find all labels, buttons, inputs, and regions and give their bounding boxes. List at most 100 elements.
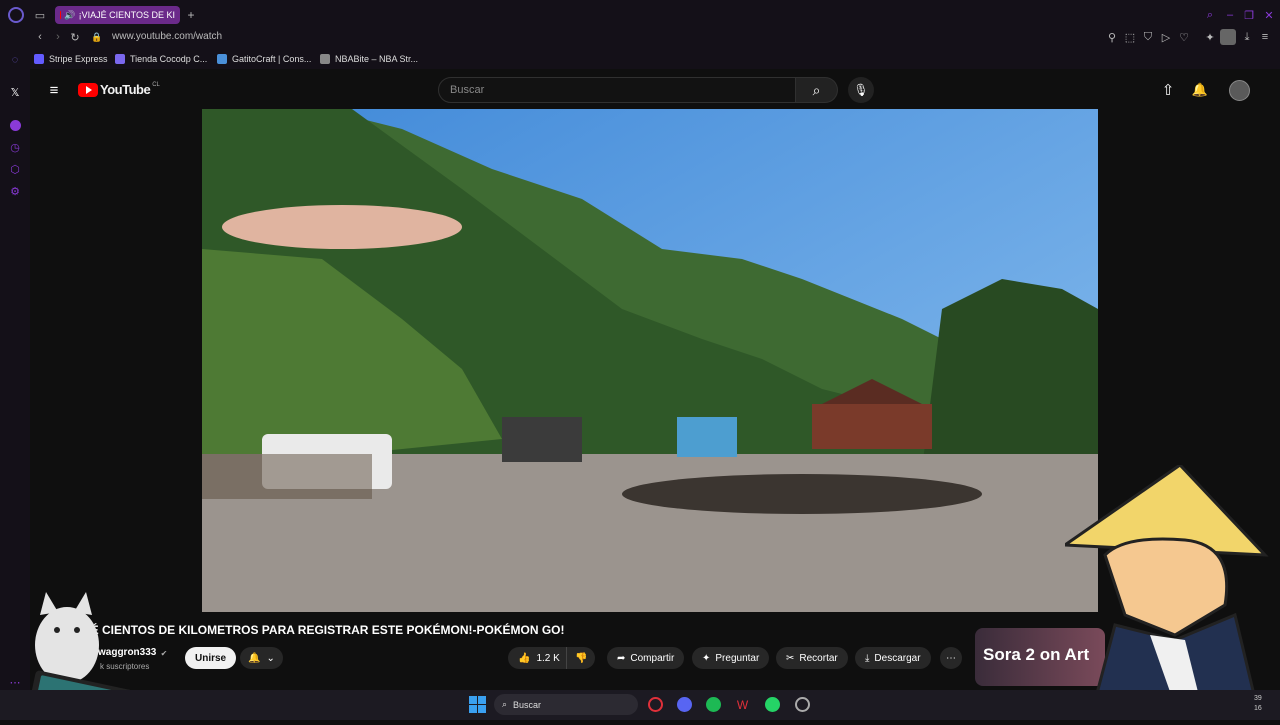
system-clock[interactable]: 39 16 [1254,694,1262,714]
bookmark-gatitocraft[interactable]: GatitoCraft | Cons... [217,52,311,66]
aria-icon[interactable]: ◌ [9,54,21,66]
opera-gx-taskbar-icon[interactable] [648,697,663,712]
voice-search-button[interactable]: 🎙 [848,77,874,103]
youtube-play-icon [78,83,98,97]
bookmark-stripe[interactable]: Stripe Express [34,52,108,66]
download-icon[interactable]: ⤓ [1241,31,1253,43]
hamburger-menu-icon[interactable]: ≡ [46,82,62,98]
share-button[interactable]: ➦ Compartir [607,647,684,669]
bookmark-label: NBABite – NBA Str... [335,54,418,64]
whatsapp-icon[interactable] [765,697,780,712]
video-frame [202,109,1098,612]
dislike-button[interactable]: 👎 [566,647,595,669]
download-button[interactable]: ⤓ Descargar [855,647,931,669]
more-icon: ⋯ [946,653,956,664]
spotify-icon[interactable] [706,697,721,712]
app-w-icon[interactable]: W [735,697,750,712]
minimize-icon[interactable]: – [1223,8,1237,22]
taskbar-search-label: Buscar [513,700,541,710]
url-field[interactable]: www.youtube.com/watch [112,31,222,42]
account-avatar[interactable] [1229,80,1250,101]
address-bar-row: ‹ › ↻ 🔒 www.youtube.com/watch ⚲ ⬚ ⛉ ▷ ♡ … [0,27,1280,49]
profile-avatar[interactable] [1220,29,1236,45]
bookmark-label: Tienda Cocodp C... [130,54,207,64]
opera-logo-icon[interactable] [8,7,24,23]
download-arrow-icon: ⤓ [865,653,869,664]
messenger-icon[interactable] [10,120,21,131]
tab-manager-icon[interactable]: ▭ [33,8,47,22]
shield-icon[interactable]: ⛉ [1142,31,1154,43]
tab-active[interactable]: 🔊 ¡VIAJÉ CIENTOS DE KI [55,6,180,24]
bookmark-label: Stripe Express [49,54,108,64]
cocodp-icon [115,54,125,64]
thumbs-down-icon: 👎 [575,653,587,664]
clip-button[interactable]: ✂ Recortar [776,647,848,669]
nbabite-icon [320,54,330,64]
search-icon: ⌕ [813,82,821,99]
windows-taskbar [0,690,1280,720]
lock-icon[interactable]: 🔒 [91,31,103,43]
search-icon: ⌕ [502,699,507,710]
ask-label: Preguntar [715,653,759,664]
samurai-cat-overlay [1065,465,1270,720]
more-icon[interactable]: ⋯ [9,676,21,688]
bookmark-label: GatitoCraft | Cons... [232,54,311,64]
snapshot-icon[interactable]: ⬚ [1124,31,1136,43]
extensions-sidebar-icon[interactable]: ⬡ [9,163,21,175]
clip-label: Recortar [799,653,837,664]
search-tabs-icon[interactable]: ⌕ [1203,8,1217,22]
search-button[interactable]: ⌕ [796,77,838,103]
join-button[interactable]: Unirse [185,647,236,669]
thumbs-up-icon: 👍 [518,653,530,664]
tab-title: ¡VIAJÉ CIENTOS DE KI [79,10,175,20]
gatitocraft-icon [217,54,227,64]
ask-button[interactable]: ✦ Preguntar [692,647,769,669]
notifications-bell-icon[interactable]: 🔔 [1192,81,1208,99]
video-player[interactable] [202,109,1098,612]
reload-icon[interactable]: ↻ [69,31,81,43]
video-title: JÉ CIENTOS DE KILOMETROS PARA REGISTRAR … [84,623,564,637]
verified-icon: ✔ [159,648,169,658]
microphone-icon: 🎙 [853,83,868,97]
more-actions-button[interactable]: ⋯ [940,647,962,669]
back-icon[interactable]: ‹ [34,31,46,43]
taskbar-search[interactable]: ⌕ Buscar [494,694,638,715]
speaker-icon[interactable]: 🔊 [64,10,75,21]
discord-icon[interactable] [677,697,692,712]
like-button[interactable]: 👍 1.2 K [508,647,570,669]
close-window-icon[interactable]: ✕ [1262,8,1276,22]
settings-icon[interactable]: ⚙ [9,185,21,197]
subscribe-bell-button[interactable]: 🔔⌄ [240,647,283,669]
bookmark-cocodp[interactable]: Tienda Cocodp C... [115,52,207,66]
download-label: Descargar [874,653,920,664]
region-code: CL [152,82,160,88]
bookmark-nbabite[interactable]: NBABite – NBA Str... [320,52,418,66]
share-label: Compartir [630,653,674,664]
stripe-icon [34,54,44,64]
browser-tabstrip: ▭ 🔊 ¡VIAJÉ CIENTOS DE KI + ⌕ – ❐ ✕ [0,0,1280,30]
clock-date: 16 [1254,704,1262,714]
heart-icon[interactable]: ♡ [1178,31,1190,43]
play-icon[interactable]: ▷ [1160,31,1172,43]
forward-icon[interactable]: › [52,31,64,43]
x-twitter-icon[interactable]: 𝕏 [9,86,21,98]
misc-app-icon[interactable] [795,697,810,712]
chevron-down-icon: ⌄ [266,653,274,664]
youtube-logo[interactable]: YouTube CL [78,82,160,97]
scissors-icon: ✂ [786,653,794,664]
extensions-icon[interactable]: ✦ [1204,31,1216,43]
history-icon[interactable]: ◷ [9,141,21,153]
new-tab-button[interactable]: + [184,8,198,22]
youtube-logo-text: YouTube [100,82,150,97]
upload-icon[interactable]: ⇧ [1160,81,1176,99]
menu-icon[interactable]: ≡ [1259,31,1271,43]
share-icon: ➦ [617,653,625,664]
like-count: 1.2 K [536,653,559,664]
windows-start-icon[interactable] [469,696,486,713]
maximize-icon[interactable]: ❐ [1242,8,1256,22]
search-input[interactable]: Buscar [438,77,796,103]
clock-time: 39 [1254,694,1262,704]
bell-icon: 🔔 [248,653,260,664]
pin-icon[interactable]: ⚲ [1106,31,1118,43]
sparkle-icon: ✦ [702,653,710,664]
